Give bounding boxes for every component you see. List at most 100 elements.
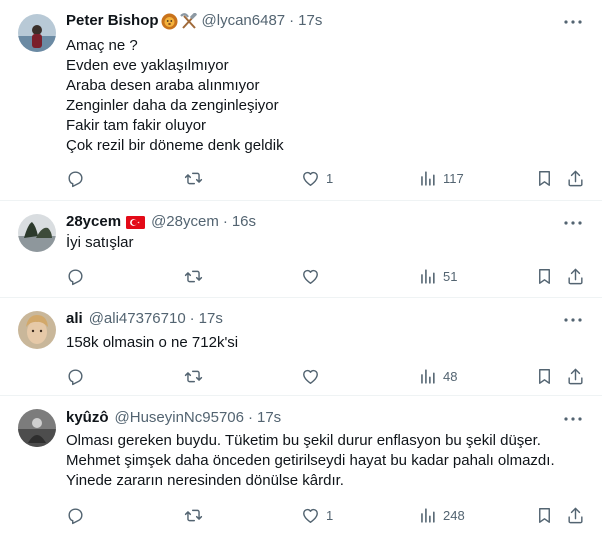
retweet-button[interactable] [184, 503, 209, 527]
views-button[interactable]: 248 [418, 503, 465, 527]
tweet-text: 158k olmasin o ne 712k'si [66, 333, 238, 353]
text-line: Mehmet şimşek daha önceden getirilseydi … [66, 452, 555, 469]
like-count: 1 [326, 507, 334, 523]
views-button[interactable]: 51 [418, 264, 457, 288]
text-line: İyi satışlar [66, 234, 134, 251]
more-dots-icon [564, 20, 582, 24]
analytics-bar-icon [421, 170, 435, 186]
tweet-28ycem[interactable]: 28ycem @28ycem · 16s İyi satışlar 51 [0, 201, 602, 298]
avatar[interactable] [18, 14, 56, 52]
heart-icon [303, 171, 318, 186]
tweet-text: İyi satışlar [66, 233, 134, 253]
author-name[interactable]: ali [66, 309, 83, 329]
tweet-peter-bishop[interactable]: Peter Bishop @lycan6487 · 17s Amaç ne ? … [0, 0, 602, 201]
author-name[interactable]: Peter Bishop [66, 11, 159, 31]
timestamp[interactable]: 17s [199, 309, 223, 329]
avatar[interactable] [18, 214, 56, 252]
reply-button[interactable] [66, 503, 91, 527]
author-name[interactable]: 28ycem [66, 212, 121, 232]
reply-icon [68, 268, 83, 285]
bookmark-button[interactable] [535, 364, 554, 388]
more-options-button[interactable] [562, 409, 584, 429]
avatar[interactable] [18, 311, 56, 349]
hammer-pick-emoji-icon [179, 12, 198, 30]
action-bar: 51 [60, 264, 590, 288]
analytics-bar-icon [421, 507, 435, 523]
reply-button[interactable] [66, 364, 91, 388]
more-options-button[interactable] [562, 310, 584, 330]
like-button[interactable]: 1 [301, 166, 333, 190]
more-options-button[interactable] [562, 12, 584, 32]
tweet-text: Olması gereken buydu. Tüketim bu şekil d… [66, 431, 555, 491]
action-bar: 1 248 [60, 503, 590, 527]
separator-dot: · [247, 409, 253, 426]
timestamp[interactable]: 16s [232, 212, 256, 232]
text-line: Araba desen araba alınmıyor [66, 77, 260, 94]
heart-icon [303, 369, 318, 384]
more-options-button[interactable] [562, 213, 584, 233]
separator-dot: · [189, 310, 195, 327]
author-handle[interactable]: @ali47376710 [89, 309, 186, 329]
reply-icon [68, 170, 83, 187]
bookmark-icon [539, 507, 550, 523]
retweet-icon [184, 370, 203, 382]
share-button[interactable] [566, 364, 585, 388]
retweet-button[interactable] [184, 264, 209, 288]
view-count: 248 [443, 507, 465, 523]
share-icon [568, 507, 583, 523]
bookmark-icon [539, 268, 550, 284]
more-dots-icon [564, 318, 582, 322]
text-line: 158k olmasin o ne 712k'si [66, 334, 239, 351]
like-count: 1 [326, 170, 334, 186]
reply-icon [68, 368, 83, 385]
reply-button[interactable] [66, 166, 91, 190]
like-button[interactable] [301, 364, 326, 388]
bookmark-icon [539, 170, 550, 186]
text-line: Yinede zararın neresinden dönülse kârdır… [66, 472, 344, 489]
action-bar: 48 [60, 364, 590, 388]
bookmark-button[interactable] [535, 264, 554, 288]
more-dots-icon [564, 417, 582, 421]
avatar[interactable] [18, 409, 56, 447]
tweet-kyuzo[interactable]: kyûzô @HuseyinNc95706 · 17s Olması gerek… [0, 396, 602, 535]
view-count: 48 [443, 368, 458, 384]
share-button[interactable] [566, 503, 585, 527]
more-dots-icon [564, 221, 582, 225]
bookmark-button[interactable] [535, 503, 554, 527]
views-button[interactable]: 48 [418, 364, 457, 388]
retweet-icon [184, 270, 203, 282]
author-handle[interactable]: @28ycem [151, 212, 219, 232]
bookmark-icon [539, 368, 550, 384]
author-name[interactable]: kyûzô [66, 408, 109, 428]
bookmark-button[interactable] [535, 166, 554, 190]
like-button[interactable]: 1 [301, 503, 333, 527]
share-button[interactable] [566, 166, 585, 190]
text-line: Olması gereken buydu. Tüketim bu şekil d… [66, 432, 541, 449]
heart-icon [303, 269, 318, 284]
retweet-button[interactable] [184, 166, 209, 190]
author-handle[interactable]: @HuseyinNc95706 [115, 408, 244, 428]
timestamp[interactable]: 17s [257, 408, 281, 428]
share-icon [568, 268, 583, 284]
tweet-ali[interactable]: ali @ali47376710 · 17s 158k olmasin o ne… [0, 298, 602, 396]
separator-dot: · [289, 12, 295, 29]
text-line: Fakir tam fakir oluyor [66, 117, 207, 134]
timestamp[interactable]: 17s [298, 11, 322, 31]
share-icon [568, 170, 583, 186]
analytics-bar-icon [421, 268, 435, 284]
text-line: Amaç ne ? [66, 37, 138, 54]
retweet-button[interactable] [184, 364, 209, 388]
views-button[interactable]: 117 [418, 166, 464, 190]
text-line: Zenginler daha da zenginleşiyor [66, 97, 279, 114]
lion-emoji-icon [161, 13, 178, 30]
reply-button[interactable] [66, 264, 91, 288]
text-line: Evden eve yaklaşılmıyor [66, 57, 229, 74]
retweet-icon [184, 172, 203, 184]
view-count: 51 [443, 268, 458, 284]
like-button[interactable] [301, 264, 326, 288]
heart-icon [303, 508, 318, 523]
author-handle[interactable]: @lycan6487 [202, 11, 286, 31]
separator-dot: · [222, 213, 228, 230]
text-line: Çok rezil bir döneme denk geldik [66, 137, 284, 154]
share-button[interactable] [566, 264, 585, 288]
